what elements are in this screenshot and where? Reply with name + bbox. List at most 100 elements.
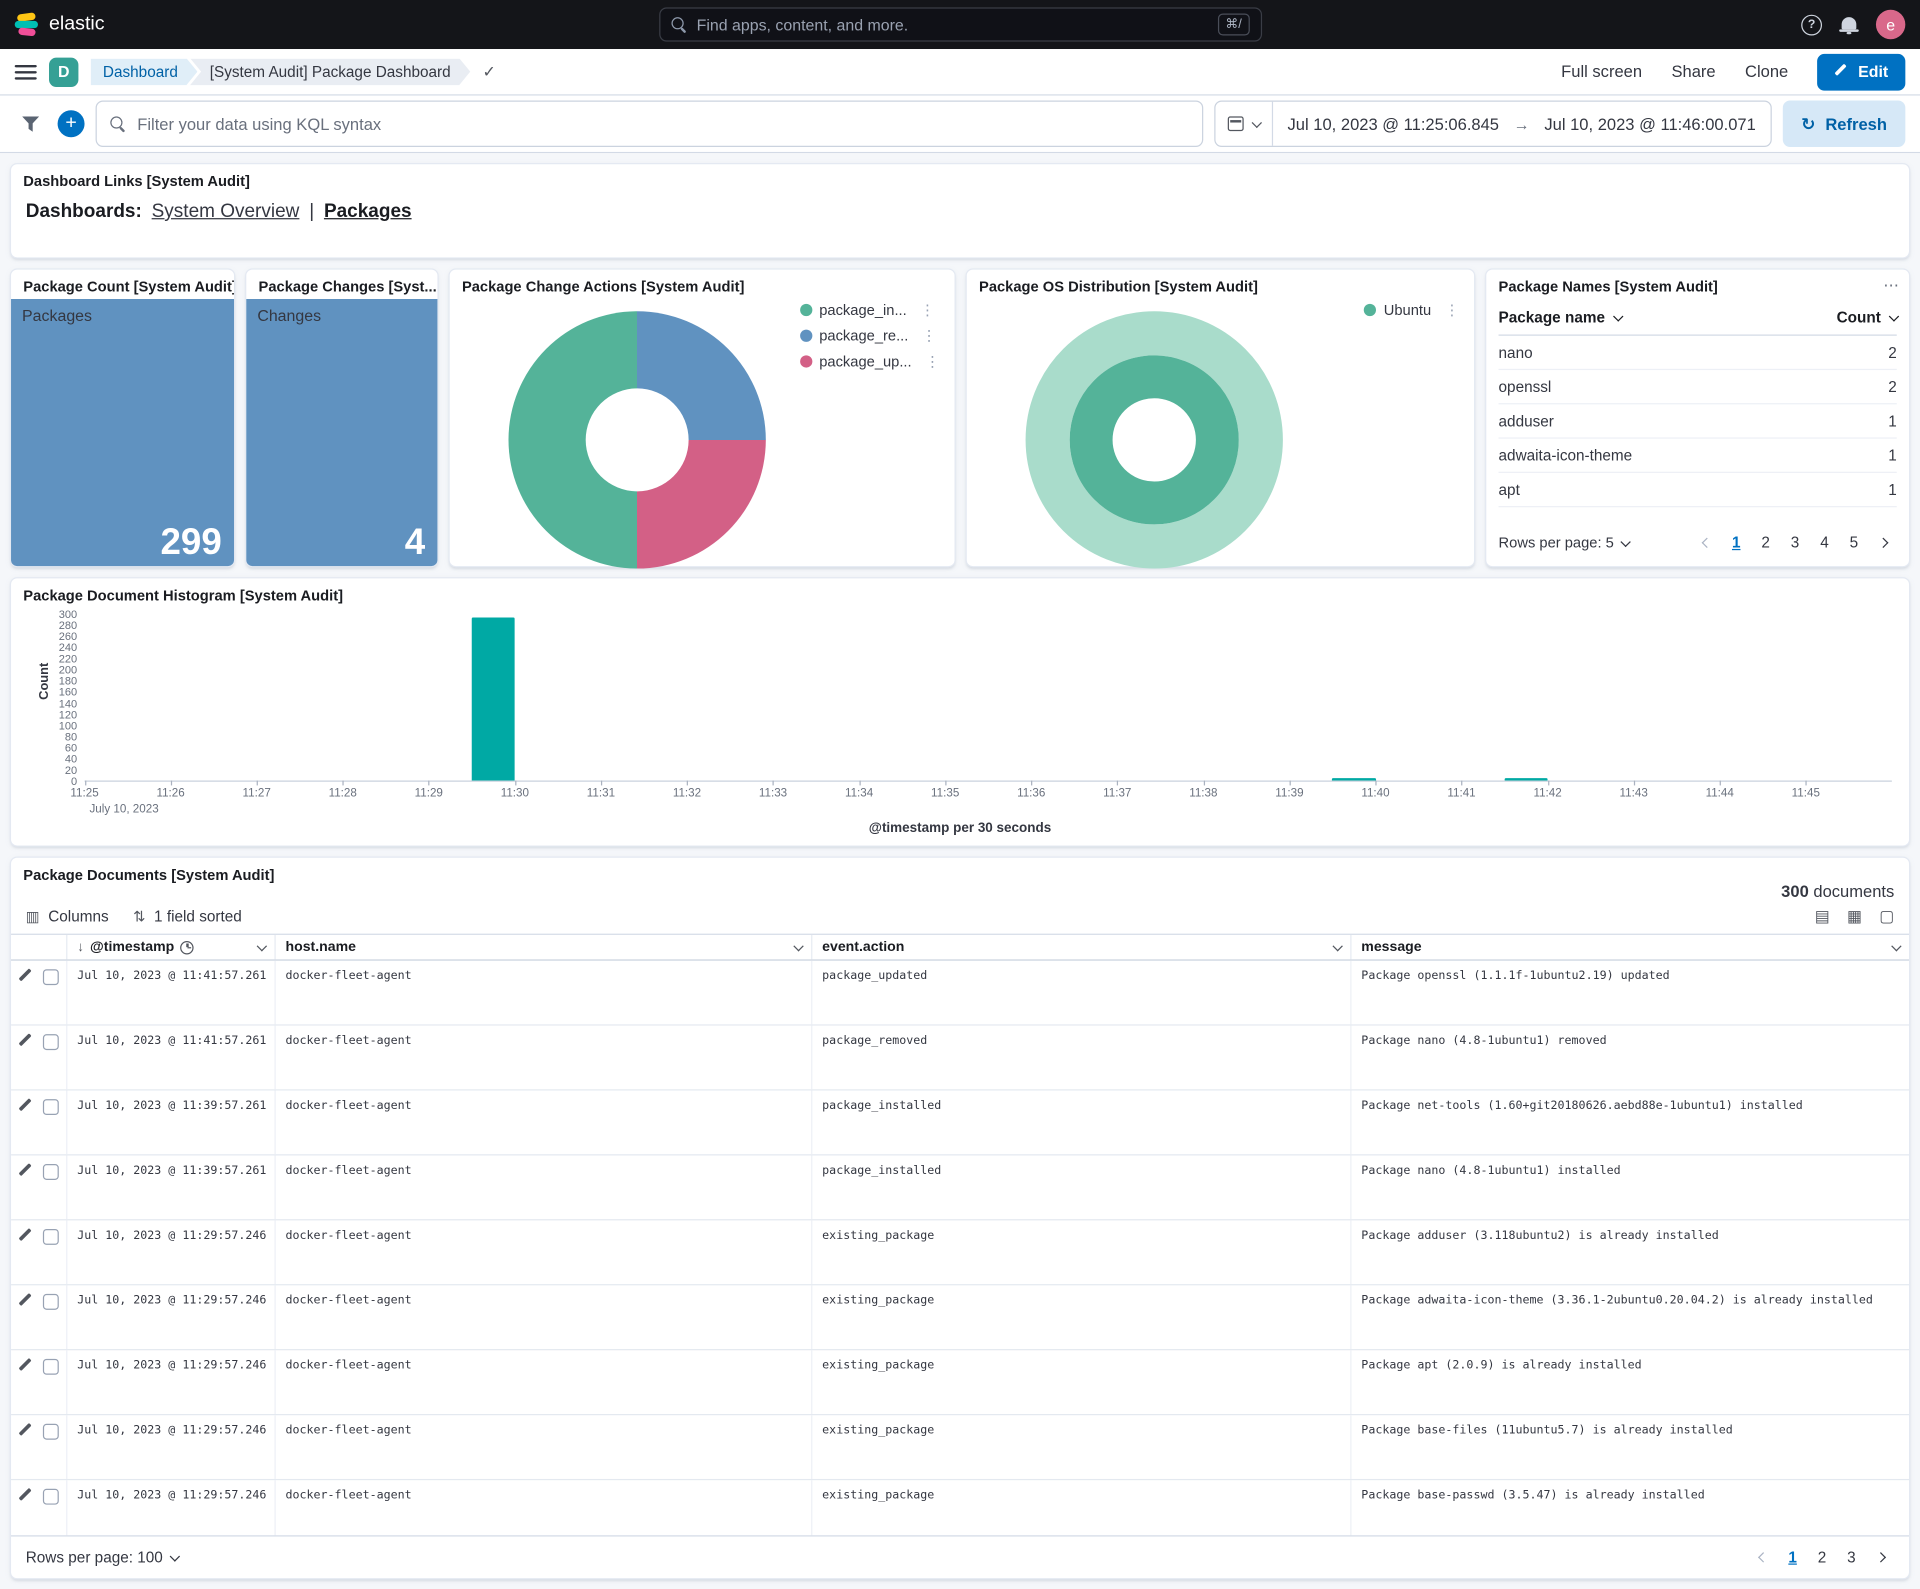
os-donut-inner-ring[interactable] — [1070, 355, 1239, 524]
table-row[interactable]: adduser 1 — [1499, 404, 1897, 438]
select-row-checkbox[interactable] — [43, 1164, 59, 1180]
document-row[interactable]: Jul 10, 2023 @ 11:41:57.261 docker-fleet… — [11, 1026, 1909, 1091]
refresh-button[interactable]: ↻ Refresh — [1783, 100, 1906, 147]
sort-package-name-header[interactable]: Package name — [1499, 309, 1621, 326]
help-icon[interactable]: ? — [1801, 14, 1822, 35]
select-row-checkbox[interactable] — [43, 1489, 59, 1505]
menu-icon[interactable] — [15, 64, 37, 79]
expand-document-icon[interactable] — [18, 1229, 34, 1244]
date-range-end[interactable]: Jul 10, 2023 @ 11:46:00.071 — [1530, 115, 1771, 133]
edit-button[interactable]: Edit — [1818, 53, 1906, 90]
column-header-timestamp[interactable]: ↓ @timestamp — [67, 935, 275, 960]
sort-count-header[interactable]: Count — [1837, 309, 1897, 326]
page-number-button[interactable]: 3 — [1782, 529, 1809, 556]
document-row[interactable]: Jul 10, 2023 @ 11:29:57.246 docker-fleet… — [11, 1480, 1909, 1535]
table-row[interactable]: apt 1 — [1499, 473, 1897, 507]
change-actions-donut[interactable] — [508, 311, 765, 568]
column-header-event-action[interactable]: event.action — [812, 935, 1351, 960]
page-number-button[interactable]: 3 — [1838, 1544, 1865, 1571]
columns-button[interactable]: ▥ Columns — [26, 908, 109, 925]
document-row[interactable]: Jul 10, 2023 @ 11:39:57.261 docker-fleet… — [11, 1091, 1909, 1156]
document-row[interactable]: Jul 10, 2023 @ 11:41:57.261 docker-fleet… — [11, 961, 1909, 1026]
full-screen-button[interactable]: Full screen — [1561, 62, 1642, 80]
previous-page-button[interactable] — [1750, 1544, 1777, 1571]
next-page-button[interactable] — [1867, 1544, 1894, 1571]
rows-per-page-selector[interactable]: Rows per page: 100 — [26, 1549, 178, 1566]
next-page-button[interactable] — [1870, 529, 1897, 556]
document-row[interactable]: Jul 10, 2023 @ 11:29:57.246 docker-fleet… — [11, 1220, 1909, 1285]
elastic-home-link[interactable]: elastic — [15, 12, 105, 37]
space-avatar[interactable]: D — [49, 57, 78, 86]
column-header-message[interactable]: message — [1352, 935, 1910, 960]
global-search-input[interactable] — [697, 15, 1209, 33]
document-row[interactable]: Jul 10, 2023 @ 11:39:57.261 docker-fleet… — [11, 1155, 1909, 1220]
packages-link[interactable]: Packages — [324, 201, 412, 223]
expand-document-icon[interactable] — [18, 1489, 34, 1504]
page-number-button[interactable]: 2 — [1752, 529, 1779, 556]
histogram-plot[interactable] — [85, 615, 1892, 782]
select-row-checkbox[interactable] — [43, 1229, 59, 1245]
legend-item[interactable]: package_in... ⋮ — [800, 301, 940, 318]
keyboard-shortcuts-icon[interactable]: ▤ — [1815, 907, 1830, 927]
select-row-checkbox[interactable] — [43, 1424, 59, 1440]
fullscreen-icon[interactable]: ▢ — [1879, 907, 1894, 927]
display-options-icon[interactable]: ▦ — [1847, 907, 1862, 927]
alerts-icon[interactable] — [1842, 17, 1857, 29]
document-row[interactable]: Jul 10, 2023 @ 11:29:57.246 docker-fleet… — [11, 1415, 1909, 1480]
page-number-button[interactable]: 2 — [1809, 1544, 1836, 1571]
user-avatar[interactable]: e — [1876, 10, 1905, 39]
column-header-hostname[interactable]: host.name — [276, 935, 813, 960]
legend-item[interactable]: Ubuntu ⋮ — [1364, 301, 1459, 318]
page-number-button[interactable]: 4 — [1811, 529, 1838, 556]
select-row-checkbox[interactable] — [43, 1099, 59, 1115]
expand-document-icon[interactable] — [18, 1099, 34, 1114]
previous-page-button[interactable] — [1693, 529, 1720, 556]
legend-options-icon[interactable]: ⋮ — [925, 353, 940, 370]
page-number-button[interactable]: 1 — [1779, 1544, 1806, 1571]
legend-options-icon[interactable]: ⋮ — [922, 327, 937, 344]
document-row[interactable]: Jul 10, 2023 @ 11:29:57.246 docker-fleet… — [11, 1285, 1909, 1350]
expand-document-icon[interactable] — [18, 1294, 34, 1309]
document-row[interactable]: Jul 10, 2023 @ 11:29:57.246 docker-fleet… — [11, 1350, 1909, 1415]
kql-search-box[interactable] — [96, 100, 1203, 147]
global-search-box[interactable]: ⌘/ — [659, 7, 1262, 41]
chevron-down-icon — [1889, 311, 1899, 321]
legend-item[interactable]: package_re... ⋮ — [800, 327, 940, 344]
expand-document-icon[interactable] — [18, 1424, 34, 1439]
page-number-button[interactable]: 5 — [1840, 529, 1867, 556]
column-label: Package name — [1499, 309, 1605, 326]
expand-document-icon[interactable] — [18, 969, 34, 984]
table-row[interactable]: openssl 2 — [1499, 370, 1897, 404]
add-filter-button[interactable]: + — [58, 110, 85, 137]
sort-fields-button[interactable]: ⇅ 1 field sorted — [133, 908, 242, 925]
select-row-checkbox[interactable] — [43, 969, 59, 985]
table-row[interactable]: nano 2 — [1499, 336, 1897, 370]
checkmark-icon[interactable]: ✓ — [483, 62, 496, 82]
histogram-bar[interactable] — [1332, 778, 1375, 780]
kql-input[interactable] — [137, 115, 1188, 133]
page-number-button[interactable]: 1 — [1723, 529, 1750, 556]
histogram-bar[interactable] — [1505, 778, 1548, 780]
histogram-y-axis: 3002802602402202001801601401201008060402… — [36, 615, 78, 782]
select-row-checkbox[interactable] — [43, 1294, 59, 1310]
share-button[interactable]: Share — [1671, 62, 1715, 80]
panel-options-icon[interactable]: ⋯ — [1883, 276, 1899, 296]
legend-item[interactable]: package_up... ⋮ — [800, 353, 940, 370]
rows-per-page-selector[interactable]: Rows per page: 5 — [1499, 534, 1629, 551]
table-row[interactable]: adwaita-icon-theme 1 — [1499, 439, 1897, 473]
package-name-cell: apt — [1499, 481, 1520, 498]
system-overview-link[interactable]: System Overview — [152, 201, 300, 223]
filter-icon[interactable] — [15, 108, 47, 140]
legend-options-icon[interactable]: ⋮ — [1445, 301, 1460, 318]
select-row-checkbox[interactable] — [43, 1034, 59, 1050]
expand-document-icon[interactable] — [18, 1359, 34, 1374]
select-row-checkbox[interactable] — [43, 1359, 59, 1375]
expand-document-icon[interactable] — [18, 1034, 34, 1049]
histogram-bar[interactable] — [472, 617, 515, 780]
legend-options-icon[interactable]: ⋮ — [920, 301, 935, 318]
clone-button[interactable]: Clone — [1745, 62, 1788, 80]
calendar-dropdown-button[interactable] — [1215, 102, 1273, 146]
breadcrumb-dashboard[interactable]: Dashboard — [91, 58, 198, 85]
expand-document-icon[interactable] — [18, 1164, 34, 1179]
date-range-start[interactable]: Jul 10, 2023 @ 11:25:06.845 — [1273, 115, 1514, 133]
